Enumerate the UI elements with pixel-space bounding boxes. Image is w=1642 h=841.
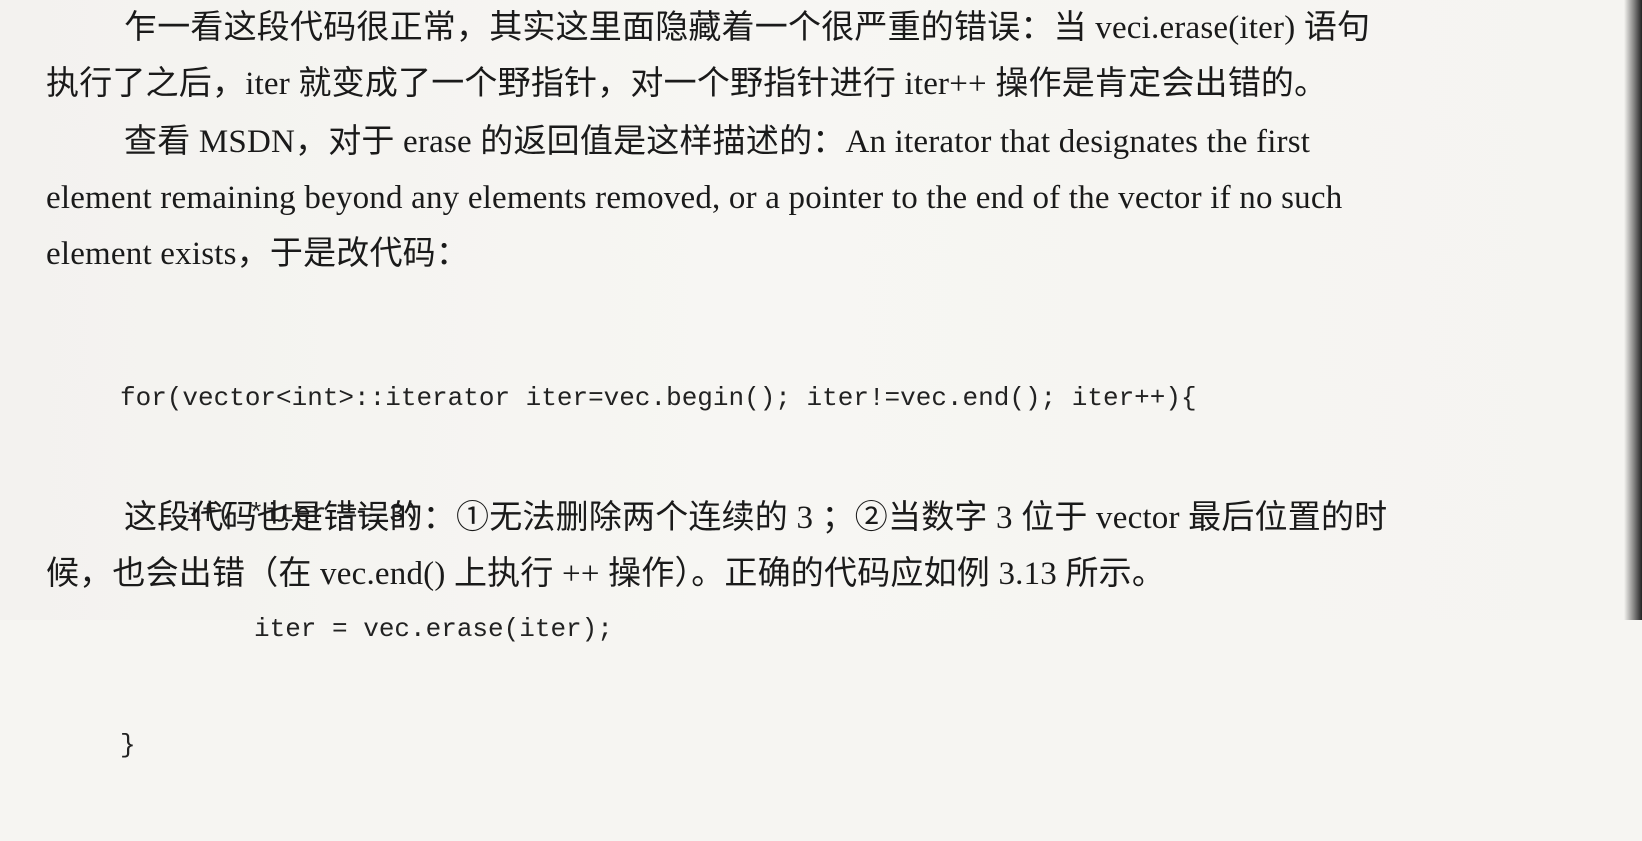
paragraph-line: 这段代码也是错误的：①无法删除两个连续的 3 ；②当数字 3 位于 vector… bbox=[124, 500, 1388, 536]
book-page: 乍一看这段代码很正常，其实这里面隐藏着一个很严重的错误：当 veci.erase… bbox=[0, 0, 1642, 760]
page-edge-shadow bbox=[1624, 0, 1642, 620]
code-line: } bbox=[120, 729, 136, 760]
paragraph-still-wrong: 这段代码也是错误的：①无法删除两个连续的 3 ；②当数字 3 位于 vector… bbox=[46, 490, 1546, 602]
paragraph-msdn-description: 查看 MSDN，对于 erase 的返回值是这样描述的：An iterator … bbox=[46, 114, 1546, 282]
code-line: iter = vec.erase(iter); bbox=[254, 614, 613, 644]
paragraph-erase-bug: 乍一看这段代码很正常，其实这里面隐藏着一个很严重的错误：当 veci.erase… bbox=[46, 0, 1546, 112]
paragraph-line: 执行了之后，iter 就变成了一个野指针，对一个野指针进行 iter++ 操作是… bbox=[46, 66, 1328, 102]
paragraph-line: 乍一看这段代码很正常，其实这里面隐藏着一个很严重的错误：当 veci.erase… bbox=[124, 10, 1371, 46]
paragraph-line: 候，也会出错（在 vec.end() 上执行 ++ 操作）。正确的代码应如例 3… bbox=[46, 556, 1166, 592]
paragraph-line: element remaining beyond any elements re… bbox=[46, 180, 1343, 216]
code-line: for(vector<int>::iterator iter=vec.begin… bbox=[120, 383, 1197, 413]
paragraph-line: 查看 MSDN，对于 erase 的返回值是这样描述的：An iterator … bbox=[124, 124, 1311, 160]
paragraph-line: element exists，于是改代码： bbox=[46, 236, 470, 272]
